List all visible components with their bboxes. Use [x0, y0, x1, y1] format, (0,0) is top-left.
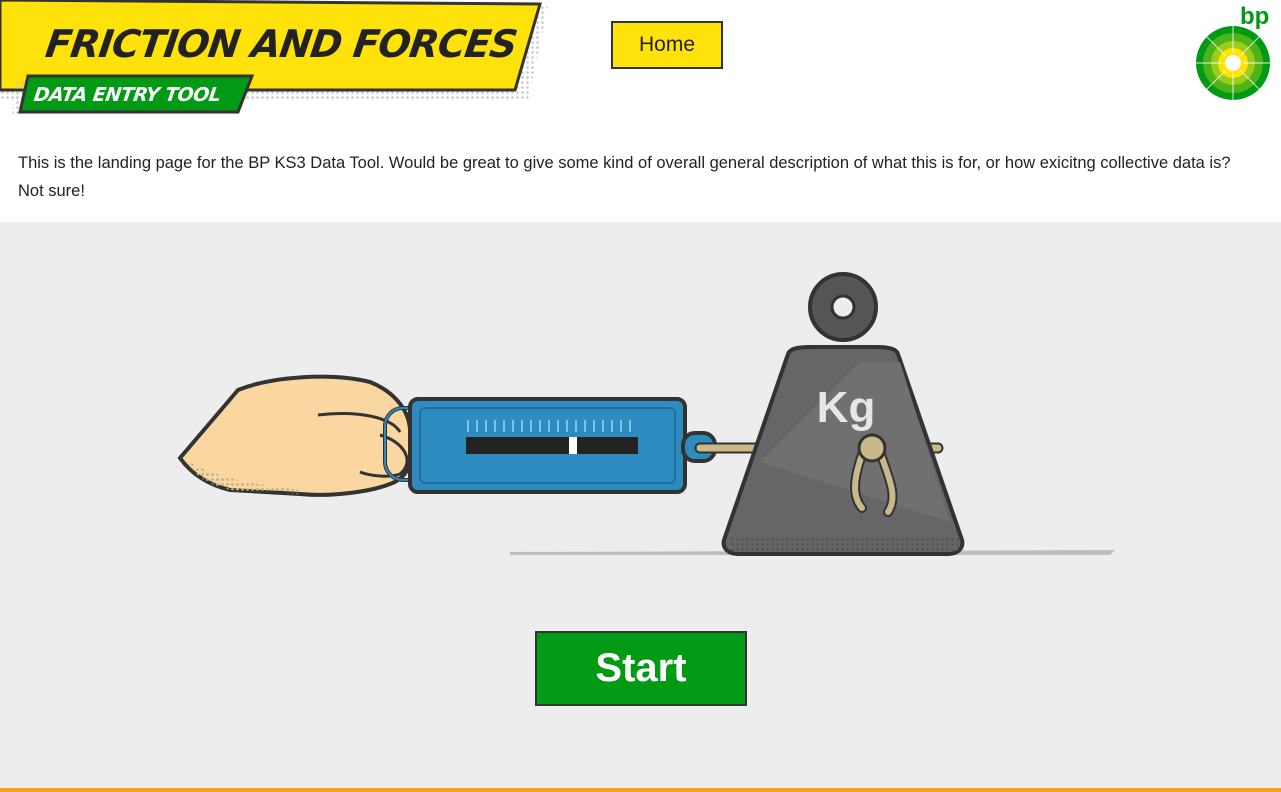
start-button[interactable]: Start [535, 631, 747, 706]
hand-icon [177, 374, 414, 497]
header: FRICTION AND FORCES DATA ENTRY TOOL Home… [0, 0, 1281, 130]
home-button[interactable]: Home [611, 21, 723, 69]
weight-label: Kg [817, 383, 876, 432]
bp-logo-text: bp [1240, 3, 1269, 30]
app-subtitle: DATA ENTRY TOOL [32, 84, 222, 106]
bp-logo: bp [1196, 3, 1270, 100]
app-title: FRICTION AND FORCES [42, 22, 520, 66]
intro-text: This is the landing page for the BP KS3 … [18, 154, 1231, 200]
weight-icon: Kg [721, 272, 965, 556]
illustration-stage: Kg Start [0, 222, 1281, 788]
spring-meter-icon [383, 397, 717, 494]
footer-accent-bar [0, 788, 1281, 792]
